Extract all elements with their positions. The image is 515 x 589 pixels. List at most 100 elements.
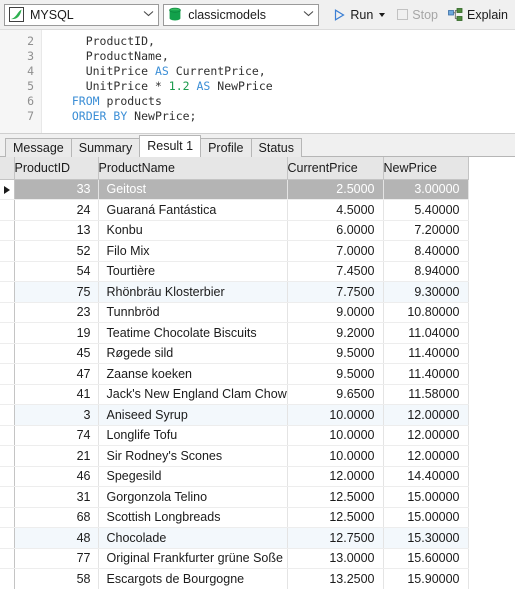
column-header-productid[interactable]: ProductID [14, 157, 99, 180]
chevron-down-icon[interactable] [300, 10, 316, 20]
cell-currentprice[interactable]: 9.6500 [287, 384, 384, 405]
cell-currentprice[interactable]: 4.5000 [287, 199, 384, 221]
row-indicator-cell[interactable] [0, 302, 15, 323]
table-row[interactable]: 3 Aniseed Syrup 10.0000 12.00000 [0, 404, 469, 426]
cell-currentprice[interactable]: 12.0000 [287, 466, 384, 487]
cell-productname[interactable]: Geitost [98, 179, 288, 200]
row-indicator-cell[interactable] [0, 466, 15, 487]
cell-currentprice[interactable]: 6.0000 [287, 220, 384, 241]
cell-newprice[interactable]: 11.40000 [383, 343, 469, 364]
database-combobox[interactable]: classicmodels [163, 3, 320, 26]
row-indicator-cell[interactable] [0, 568, 15, 589]
cell-currentprice[interactable]: 13.2500 [287, 568, 384, 589]
cell-productname[interactable]: Røgede sild [98, 343, 288, 364]
cell-newprice[interactable]: 15.60000 [383, 548, 469, 569]
cell-productid[interactable]: 31 [14, 486, 99, 508]
cell-currentprice[interactable]: 10.0000 [287, 404, 384, 426]
row-indicator-cell[interactable] [0, 281, 15, 303]
cell-productid[interactable]: 23 [14, 302, 99, 323]
table-row[interactable]: 23 Tunnbröd 9.0000 10.80000 [0, 302, 469, 323]
cell-currentprice[interactable]: 2.5000 [287, 179, 384, 200]
cell-newprice[interactable]: 11.58000 [383, 384, 469, 405]
run-dropdown-caret-icon[interactable] [379, 12, 386, 17]
cell-newprice[interactable]: 15.90000 [383, 568, 469, 589]
cell-newprice[interactable]: 15.00000 [383, 507, 469, 528]
code-line[interactable]: UnitPrice * 1.2 AS NewPrice [58, 79, 515, 94]
cell-newprice[interactable]: 3.00000 [383, 179, 469, 200]
table-row[interactable]: 33 Geitost 2.5000 3.00000 [0, 179, 469, 200]
column-header-currentprice[interactable]: CurrentPrice [287, 157, 384, 180]
cell-newprice[interactable]: 14.40000 [383, 466, 469, 487]
table-row[interactable]: 74 Longlife Tofu 10.0000 12.00000 [0, 425, 469, 446]
table-row[interactable]: 68 Scottish Longbreads 12.5000 15.00000 [0, 507, 469, 528]
cell-newprice[interactable]: 10.80000 [383, 302, 469, 323]
table-row[interactable]: 58 Escargots de Bourgogne 13.2500 15.90000 [0, 568, 469, 589]
cell-productname[interactable]: Teatime Chocolate Biscuits [98, 322, 288, 344]
row-indicator-cell[interactable] [0, 363, 15, 385]
cell-newprice[interactable]: 9.30000 [383, 281, 469, 303]
cell-newprice[interactable]: 7.20000 [383, 220, 469, 241]
code-line[interactable]: ORDER BY NewPrice; [58, 109, 515, 124]
explain-button[interactable]: Explain [445, 4, 511, 26]
cell-productid[interactable]: 21 [14, 445, 99, 467]
sql-editor[interactable]: 234567 ProductID, ProductName, UnitPrice… [0, 30, 515, 133]
cell-currentprice[interactable]: 12.7500 [287, 527, 384, 549]
cell-productname[interactable]: Escargots de Bourgogne [98, 568, 288, 589]
row-indicator-cell[interactable] [0, 425, 15, 446]
row-indicator-cell[interactable] [0, 404, 15, 426]
cell-productid[interactable]: 58 [14, 568, 99, 589]
cell-productname[interactable]: Tunnbröd [98, 302, 288, 323]
cell-productid[interactable]: 46 [14, 466, 99, 487]
cell-newprice[interactable]: 12.00000 [383, 404, 469, 426]
cell-productname[interactable]: Longlife Tofu [98, 425, 288, 446]
cell-newprice[interactable]: 12.00000 [383, 445, 469, 467]
connection-combobox[interactable]: MYSQL [4, 3, 160, 26]
code-line[interactable]: FROM products [58, 94, 515, 109]
table-row[interactable]: 77 Original Frankfurter grüne Soße 13.0000… [0, 548, 469, 569]
cell-newprice[interactable]: 12.00000 [383, 425, 469, 446]
table-row[interactable]: 47 Zaanse koeken 9.5000 11.40000 [0, 363, 469, 385]
row-indicator-cell[interactable] [0, 445, 15, 467]
row-indicator-cell[interactable] [0, 343, 15, 364]
cell-productid[interactable]: 19 [14, 322, 99, 344]
column-header-productname[interactable]: ProductName [98, 157, 288, 180]
cell-currentprice[interactable]: 9.5000 [287, 343, 384, 364]
row-indicator-cell[interactable] [0, 240, 15, 262]
cell-productname[interactable]: Jack's New England Clam Chowde [98, 384, 288, 405]
cell-currentprice[interactable]: 9.5000 [287, 363, 384, 385]
table-row[interactable]: 46 Spegesild 12.0000 14.40000 [0, 466, 469, 487]
code-line[interactable]: ProductID, [58, 34, 515, 49]
cell-productname[interactable]: Scottish Longbreads [98, 507, 288, 528]
cell-productname[interactable]: Konbu [98, 220, 288, 241]
row-indicator-cell[interactable] [0, 179, 15, 200]
column-header-newprice[interactable]: NewPrice [383, 157, 469, 180]
cell-currentprice[interactable]: 7.0000 [287, 240, 384, 262]
code-line[interactable]: UnitPrice AS CurrentPrice, [58, 64, 515, 79]
row-indicator-cell[interactable] [0, 527, 15, 549]
cell-productid[interactable]: 54 [14, 261, 99, 282]
cell-productid[interactable]: 33 [14, 179, 99, 200]
result-grid-container[interactable]: ProductID ProductName CurrentPrice NewPr… [0, 157, 515, 589]
cell-newprice[interactable]: 15.30000 [383, 527, 469, 549]
cell-productname[interactable]: Gorgonzola Telino [98, 486, 288, 508]
cell-productid[interactable]: 41 [14, 384, 99, 405]
cell-productid[interactable]: 74 [14, 425, 99, 446]
tab-message[interactable]: Message [5, 138, 72, 157]
cell-currentprice[interactable]: 7.4500 [287, 261, 384, 282]
table-row[interactable]: 21 Sir Rodney's Scones 10.0000 12.00000 [0, 445, 469, 467]
code-line[interactable]: ProductName, [58, 49, 515, 64]
cell-currentprice[interactable]: 12.5000 [287, 486, 384, 508]
cell-productname[interactable]: Filo Mix [98, 240, 288, 262]
row-indicator-cell[interactable] [0, 220, 15, 241]
table-row[interactable]: 13 Konbu 6.0000 7.20000 [0, 220, 469, 241]
cell-productname[interactable]: Original Frankfurter grüne Soße [98, 548, 288, 569]
run-button[interactable]: Run [329, 4, 376, 26]
cell-productname[interactable]: Guaraná Fantástica [98, 199, 288, 221]
cell-newprice[interactable]: 8.94000 [383, 261, 469, 282]
cell-productid[interactable]: 3 [14, 404, 99, 426]
cell-productname[interactable]: Spegesild [98, 466, 288, 487]
cell-productid[interactable]: 52 [14, 240, 99, 262]
table-row[interactable]: 24 Guaraná Fantástica 4.5000 5.40000 [0, 199, 469, 221]
cell-currentprice[interactable]: 13.0000 [287, 548, 384, 569]
cell-productid[interactable]: 45 [14, 343, 99, 364]
